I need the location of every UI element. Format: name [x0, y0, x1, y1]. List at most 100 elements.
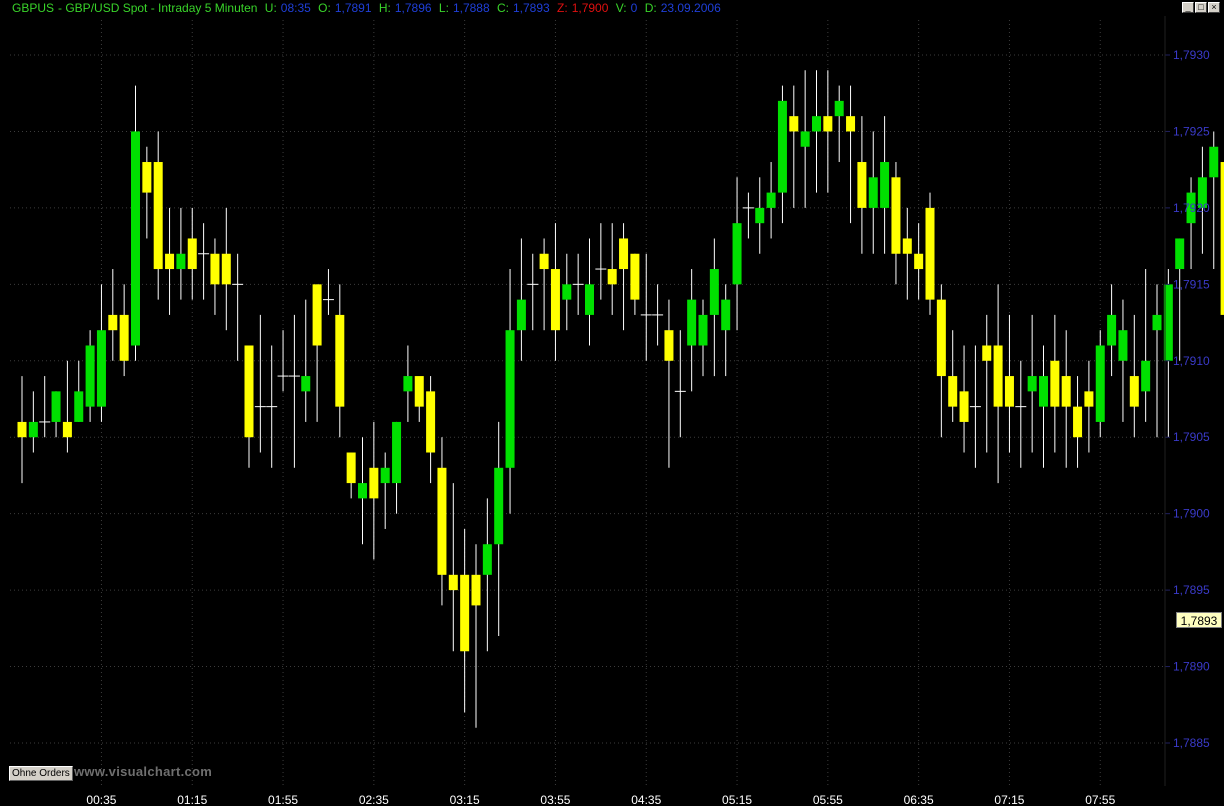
candle-body-down [187, 238, 197, 270]
candle-body-down [165, 253, 175, 270]
candle-body-down [630, 253, 640, 300]
candle-body-down [437, 467, 447, 575]
candle-body-down [335, 314, 345, 407]
candle-body-up [721, 299, 731, 331]
close-value: 1,7893 [512, 1, 550, 15]
low-label: L: [438, 1, 449, 15]
x-tick-label: 07:55 [1085, 793, 1115, 806]
date-value: 23.09.2006 [660, 1, 721, 15]
candle-body-down [414, 376, 424, 407]
volume-label: V: [615, 1, 627, 15]
candle-body-down [142, 162, 152, 193]
candle-body-up [687, 299, 697, 346]
x-tick-label: 05:15 [722, 793, 752, 806]
y-tick-label: 1,7905 [1173, 430, 1210, 444]
candle-body-down [619, 238, 629, 270]
candle-body-up [812, 116, 821, 132]
price-axis: 1,7930 1,7925 1,7920 1,7915 1,7910 1,7905 1,79… [1165, 48, 1210, 750]
candle-body-down [1061, 376, 1071, 407]
y-tick-label: 1,7930 [1173, 48, 1210, 62]
candle-body-up [1039, 376, 1048, 407]
x-tick-label: 01:55 [268, 793, 298, 806]
y-tick-label: 1,7885 [1173, 736, 1210, 750]
candle-body-up [74, 391, 84, 422]
candle-body-down [959, 391, 969, 422]
z-label: Z: [557, 1, 568, 15]
candle-body-up [131, 131, 140, 346]
candle-body-up [1107, 314, 1117, 346]
candle-body-down [982, 345, 992, 361]
candle-body-up [176, 253, 186, 270]
x-tick-label: 01:15 [177, 793, 207, 806]
open-value: 1,7891 [334, 1, 372, 15]
candle-body-down [1004, 376, 1014, 407]
candle-body-up [1118, 330, 1128, 361]
candle-body-up [868, 177, 878, 208]
candle-body-up [709, 269, 719, 315]
candle-body-down [914, 253, 924, 270]
candle-body-down [1129, 376, 1139, 407]
candle-body-down [244, 345, 254, 438]
y-tick-label: 1,7915 [1173, 277, 1210, 291]
minimize-button[interactable]: _ [1182, 2, 1194, 13]
candle-body-down [925, 207, 935, 300]
candle-body-up [880, 162, 890, 208]
candle-body-down [891, 177, 901, 254]
symbol-label: GBPUS [12, 1, 55, 15]
x-tick-label: 00:35 [86, 793, 116, 806]
candle-body-up [380, 467, 390, 484]
candle-body-down [221, 253, 231, 285]
candle-body-up [1152, 314, 1162, 331]
candle-body-down [108, 314, 118, 331]
candle-body-down [993, 345, 1003, 407]
candle-body-down [936, 299, 946, 377]
candle-body-down [346, 452, 356, 484]
candle-body-up [698, 314, 708, 346]
candle-body-down [857, 162, 867, 208]
candle-body-down [1084, 391, 1094, 407]
candle-body-up [834, 100, 844, 117]
close-button[interactable]: × [1208, 2, 1220, 13]
candle-body-down [664, 330, 674, 361]
candle-body-up [392, 421, 402, 484]
candle-body-down [948, 376, 958, 407]
maximize-button[interactable]: □ [1195, 2, 1207, 13]
x-tick-label: 07:15 [994, 793, 1024, 806]
candle-body-up [585, 284, 594, 315]
candle-body-down [539, 253, 549, 270]
candle-body-up [482, 544, 492, 575]
candle-body-down [119, 314, 129, 361]
candle-body-down [823, 116, 833, 132]
candle-body-down [1220, 162, 1224, 315]
candle-body-up [51, 391, 61, 422]
last-price-marker: 1,7893 [1176, 612, 1222, 628]
candle-body-up [505, 330, 515, 468]
z-value: 1,7900 [571, 1, 609, 15]
orders-toggle-button[interactable]: Ohne Orders [9, 766, 73, 781]
candle-body-up [516, 299, 526, 331]
close-label: C: [496, 1, 509, 15]
x-tick-label: 03:15 [450, 793, 480, 806]
time-axis: 00:35 01:15 01:55 02:35 03:15 03:55 04:35 05:15… [86, 793, 1115, 806]
volume-value: 0 [630, 1, 638, 15]
price-chart[interactable]: 1,7930 1,7925 1,7920 1,7915 1,7910 1,7905 1,79… [0, 0, 1224, 806]
y-tick-label: 1,7895 [1173, 583, 1210, 597]
candle-body-down [1073, 406, 1083, 438]
candle-body-up [562, 284, 572, 300]
candle-body-down [607, 269, 617, 285]
candle-body-up [1027, 376, 1037, 392]
candle-body-down [369, 467, 379, 499]
candle-body-up [1209, 146, 1219, 178]
candle-body-down [471, 574, 481, 606]
candle-body-up [777, 100, 787, 193]
candle-body-up [1141, 360, 1151, 392]
candle-body-up [85, 345, 95, 407]
candle-body-up [28, 421, 38, 438]
candle-body-down [846, 116, 856, 132]
candle-body-up [403, 376, 413, 392]
candle-body-down [426, 391, 436, 453]
candle-body-up [732, 223, 742, 285]
low-value: 1,7888 [452, 1, 490, 15]
candle-body-down [789, 116, 799, 132]
candle-body-up [301, 376, 311, 392]
